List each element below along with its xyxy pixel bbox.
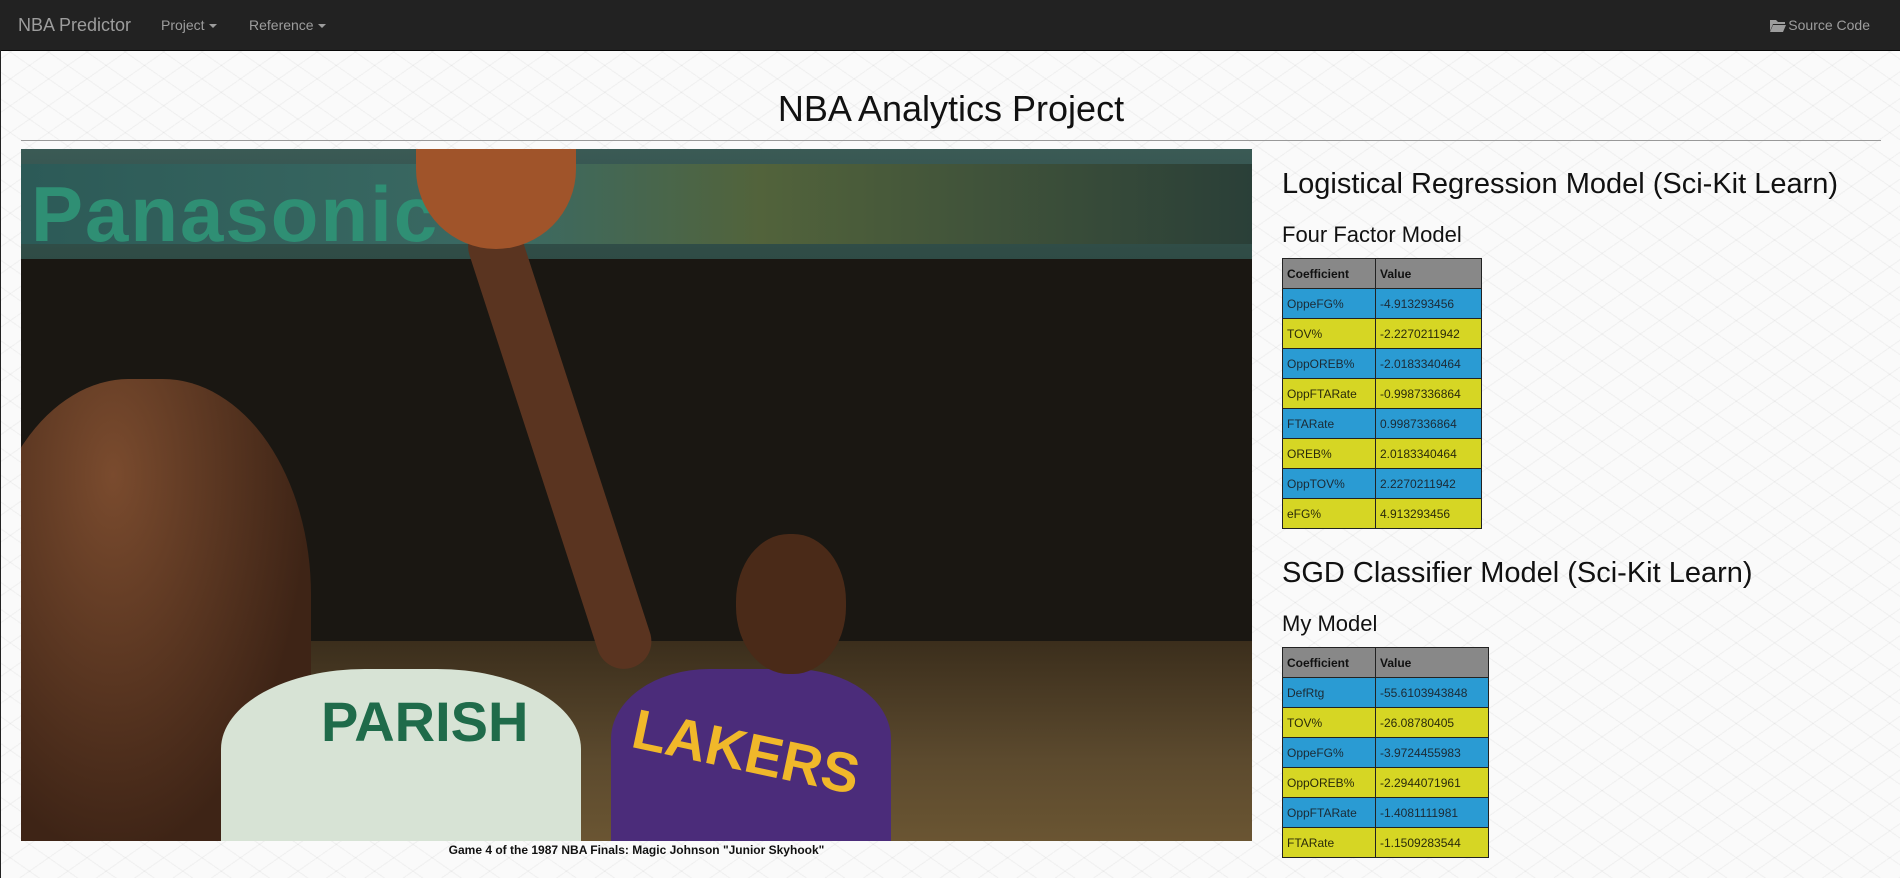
caret-down-icon — [317, 24, 326, 29]
sgd-table: Coefficient Value DefRtg -55.6103943848 T… — [1282, 647, 1489, 858]
source-code-link[interactable]: Source Code — [1770, 17, 1870, 33]
table-row: OppFTARate -1.4081111981 — [1282, 797, 1489, 828]
coefficient-cell: FTARate — [1282, 827, 1376, 858]
title-divider — [21, 140, 1881, 141]
value-cell: -1.1509283544 — [1375, 827, 1489, 858]
project-dropdown-label: Project — [161, 17, 205, 33]
value-cell: -0.9987336864 — [1375, 378, 1482, 409]
value-header: Value — [1375, 647, 1489, 678]
source-code-label: Source Code — [1788, 17, 1870, 33]
logistic-subtitle: Four Factor Model — [1282, 222, 1462, 247]
value-cell: 2.2270211942 — [1375, 468, 1482, 499]
table-row: TOV% -2.2270211942 — [1282, 318, 1482, 349]
table-row: FTARate 0.9987336864 — [1282, 408, 1482, 439]
table-row: OppOREB% -2.0183340464 — [1282, 348, 1482, 379]
value-header: Value — [1375, 258, 1482, 289]
brand-link[interactable]: NBA Predictor — [18, 15, 131, 36]
coefficient-header: Coefficient — [1282, 258, 1376, 289]
value-cell: 0.9987336864 — [1375, 408, 1482, 439]
value-cell: -3.9724455983 — [1375, 737, 1489, 768]
table-row: OppeFG% -4.913293456 — [1282, 288, 1482, 319]
navbar: NBA Predictor Project Reference Source C… — [1, 0, 1900, 51]
coefficient-cell: OppOREB% — [1282, 348, 1376, 379]
coefficient-cell: OppOREB% — [1282, 767, 1376, 798]
value-cell: -4.913293456 — [1375, 288, 1482, 319]
coefficient-cell: eFG% — [1282, 498, 1376, 529]
table-row: FTARate -1.1509283544 — [1282, 827, 1489, 858]
table-row: OREB% 2.0183340464 — [1282, 438, 1482, 469]
folder-open-icon — [1770, 20, 1787, 32]
banner-text: Panasonic — [31, 170, 440, 258]
project-dropdown[interactable]: Project — [161, 17, 217, 33]
coefficient-cell: OREB% — [1282, 438, 1376, 469]
coefficient-cell: OppFTARate — [1282, 378, 1376, 409]
coefficient-cell: DefRtg — [1282, 677, 1376, 708]
table-row: OppeFG% -3.9724455983 — [1282, 737, 1489, 768]
table-header-row: Coefficient Value — [1282, 647, 1489, 678]
shooting-arm — [461, 212, 659, 676]
reference-dropdown[interactable]: Reference — [249, 17, 326, 33]
reference-dropdown-label: Reference — [249, 17, 314, 33]
value-cell: -55.6103943848 — [1375, 677, 1489, 708]
value-cell: 2.0183340464 — [1375, 438, 1482, 469]
coefficient-cell: TOV% — [1282, 707, 1376, 738]
value-cell: -26.08780405 — [1375, 707, 1489, 738]
value-cell: -2.2270211942 — [1375, 318, 1482, 349]
value-cell: 4.913293456 — [1375, 498, 1482, 529]
table-row: eFG% 4.913293456 — [1282, 498, 1482, 529]
value-cell: -2.2944071961 — [1375, 767, 1489, 798]
coefficient-cell: FTARate — [1282, 408, 1376, 439]
player-head — [736, 534, 846, 674]
table-row: DefRtg -55.6103943848 — [1282, 677, 1489, 708]
table-row: OppOREB% -2.2944071961 — [1282, 767, 1489, 798]
page-title: NBA Analytics Project — [777, 88, 1125, 129]
coefficient-header: Coefficient — [1282, 647, 1376, 678]
value-cell: -2.0183340464 — [1375, 348, 1482, 379]
hero-photo: Panasonic PARISH LAKERS — [21, 149, 1252, 841]
table-row: OppFTARate -0.9987336864 — [1282, 378, 1482, 409]
jersey-text: PARISH — [321, 690, 529, 753]
logistic-table: Coefficient Value OppeFG% -4.913293456 TO… — [1282, 258, 1482, 529]
photo-caption: Game 4 of the 1987 NBA Finals: Magic Joh… — [448, 843, 825, 857]
logistic-title: Logistical Regression Model (Sci-Kit Lea… — [1282, 168, 1839, 200]
value-cell: -1.4081111981 — [1375, 797, 1489, 828]
sgd-title: SGD Classifier Model (Sci-Kit Learn) — [1282, 557, 1753, 589]
coefficient-cell: OppeFG% — [1282, 737, 1376, 768]
coefficient-cell: TOV% — [1282, 318, 1376, 349]
coefficient-cell: OppeFG% — [1282, 288, 1376, 319]
table-row: OppTOV% 2.2270211942 — [1282, 468, 1482, 499]
sgd-subtitle: My Model — [1282, 611, 1378, 636]
table-header-row: Coefficient Value — [1282, 258, 1482, 289]
table-row: TOV% -26.08780405 — [1282, 707, 1489, 738]
coefficient-cell: OppTOV% — [1282, 468, 1376, 499]
coefficient-cell: OppFTARate — [1282, 797, 1376, 828]
caret-down-icon — [208, 24, 217, 29]
